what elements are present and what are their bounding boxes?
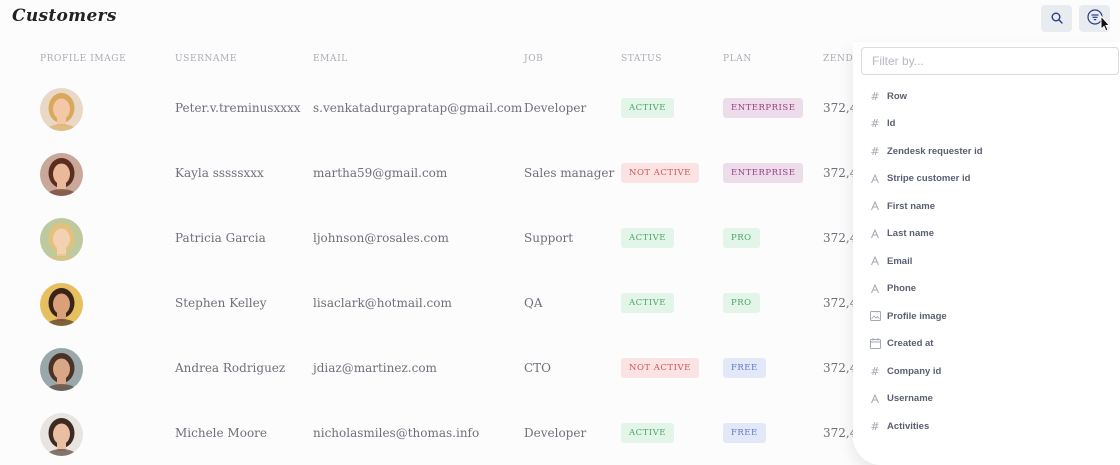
filter-option-label: Zendesk requester id	[887, 145, 983, 157]
zendesk-cell: 372,469,	[823, 426, 853, 440]
zendesk-cell: 372,45	[823, 296, 853, 310]
status-badge: ACTIVE	[621, 293, 675, 313]
username-cell: Stephen Kelley	[175, 296, 267, 310]
plan-badge: FREE	[723, 358, 766, 378]
filter-option-label: Created at	[887, 338, 934, 349]
zendesk-cell: 372,42	[823, 361, 853, 375]
calendar-icon	[869, 338, 881, 350]
filter-option[interactable]: Phone	[869, 279, 1109, 299]
avatar	[40, 88, 83, 131]
text-icon	[869, 255, 881, 267]
job-cell: Developer	[524, 426, 587, 440]
status-badge: NOT ACTIVE	[621, 358, 699, 378]
email-cell: lisaclark@hotmail.com	[313, 296, 452, 310]
filter-input[interactable]	[861, 47, 1119, 75]
filter-option-label: Phone	[887, 283, 917, 294]
avatar	[40, 348, 83, 391]
filter-option-label: Row	[887, 90, 908, 102]
username-cell: Kayla sssssxxx	[175, 166, 264, 180]
filter-option[interactable]: Email	[869, 251, 1109, 271]
filter-option[interactable]: Username	[869, 389, 1109, 409]
filter-option[interactable]: # Company id	[869, 361, 1109, 381]
filter-option[interactable]: # Activities	[869, 416, 1109, 436]
job-cell: Support	[524, 231, 574, 245]
hash-icon: #	[870, 117, 880, 130]
filter-option[interactable]: Stripe customer id	[869, 169, 1109, 189]
username-cell: Andrea Rodriguez	[175, 361, 286, 375]
search-button[interactable]	[1041, 5, 1072, 32]
plan-badge: ENTERPRISE	[723, 163, 804, 183]
job-cell: Sales manager	[524, 166, 615, 180]
hash-icon: #	[870, 364, 880, 378]
column-header-plan[interactable]: PLAN	[723, 54, 752, 64]
text-icon	[869, 173, 881, 185]
job-cell: QA	[524, 296, 543, 310]
email-cell: martha59@gmail.com	[313, 166, 448, 180]
status-badge: ACTIVE	[621, 228, 675, 248]
filter-option-label: Company id	[887, 365, 942, 377]
filter-option[interactable]: # Zendesk requester id	[869, 141, 1109, 161]
text-icon	[869, 228, 881, 240]
status-badge: ACTIVE	[621, 423, 675, 443]
filter-option-label: First name	[887, 200, 936, 212]
filter-option-label: Last name	[887, 228, 934, 239]
filter-option-label: Stripe customer id	[887, 173, 971, 184]
filter-option[interactable]: Profile image	[869, 306, 1109, 326]
filter-option-label: Activities	[887, 420, 930, 432]
column-header-job[interactable]: JOB	[524, 54, 543, 64]
status-badge: ACTIVE	[621, 98, 675, 118]
job-cell: Developer	[524, 101, 587, 115]
filter-option-label: Username	[887, 393, 933, 404]
username-cell: Patricia Garcia	[175, 231, 266, 245]
email-cell: jdiaz@martinez.com	[313, 361, 437, 375]
filter-option[interactable]: # Id	[869, 114, 1109, 134]
plan-badge: FREE	[723, 423, 766, 443]
hash-icon: #	[870, 419, 880, 433]
search-icon	[1051, 9, 1063, 28]
filter-option[interactable]: First name	[869, 196, 1109, 216]
job-cell: CTO	[524, 361, 552, 375]
plan-badge: PRO	[723, 293, 760, 313]
zendesk-cell: 372,46	[823, 101, 853, 115]
text-icon	[869, 283, 881, 295]
avatar	[40, 218, 83, 261]
plan-badge: ENTERPRISE	[723, 98, 804, 118]
hash-icon: #	[870, 144, 880, 158]
filter-option-label: Email	[887, 255, 913, 267]
column-header-status[interactable]: STATUS	[621, 54, 662, 64]
avatar	[40, 153, 83, 196]
plan-badge: PRO	[723, 228, 760, 248]
username-cell: Michele Moore	[175, 426, 268, 440]
column-header-profile-image[interactable]: PROFILE IMAGE	[40, 54, 126, 64]
column-header-email[interactable]: EMAIL	[313, 54, 348, 64]
page-title: Customers	[12, 6, 117, 26]
text-icon	[869, 200, 881, 212]
status-badge: NOT ACTIVE	[621, 163, 699, 183]
avatar	[40, 283, 83, 326]
zendesk-cell: 372,43	[823, 166, 853, 180]
column-header-username[interactable]: USERNAME	[175, 54, 237, 64]
hash-icon: #	[870, 89, 880, 103]
email-cell: s.venkatadurgapratap@gmail.com	[313, 101, 523, 115]
email-cell: nicholasmiles@thomas.info	[313, 426, 480, 440]
zendesk-cell: 372,42	[823, 231, 853, 245]
avatar	[40, 413, 83, 456]
filter-option[interactable]: Last name	[869, 224, 1109, 244]
text-icon	[869, 393, 881, 405]
filter-option[interactable]: # Row	[869, 86, 1109, 106]
username-cell: Peter.v.treminusxxxx	[175, 101, 301, 115]
filter-option-label: Id	[887, 118, 896, 129]
email-cell: ljohnson@rosales.com	[313, 231, 449, 245]
image-icon	[869, 310, 881, 322]
mouse-cursor-icon	[1097, 14, 1111, 34]
filter-option-label: Profile image	[887, 310, 947, 322]
filter-option[interactable]: Created at	[869, 334, 1109, 354]
filter-dropdown: # Row # Id # Zendesk requester id Stripe custo…	[853, 42, 1120, 465]
